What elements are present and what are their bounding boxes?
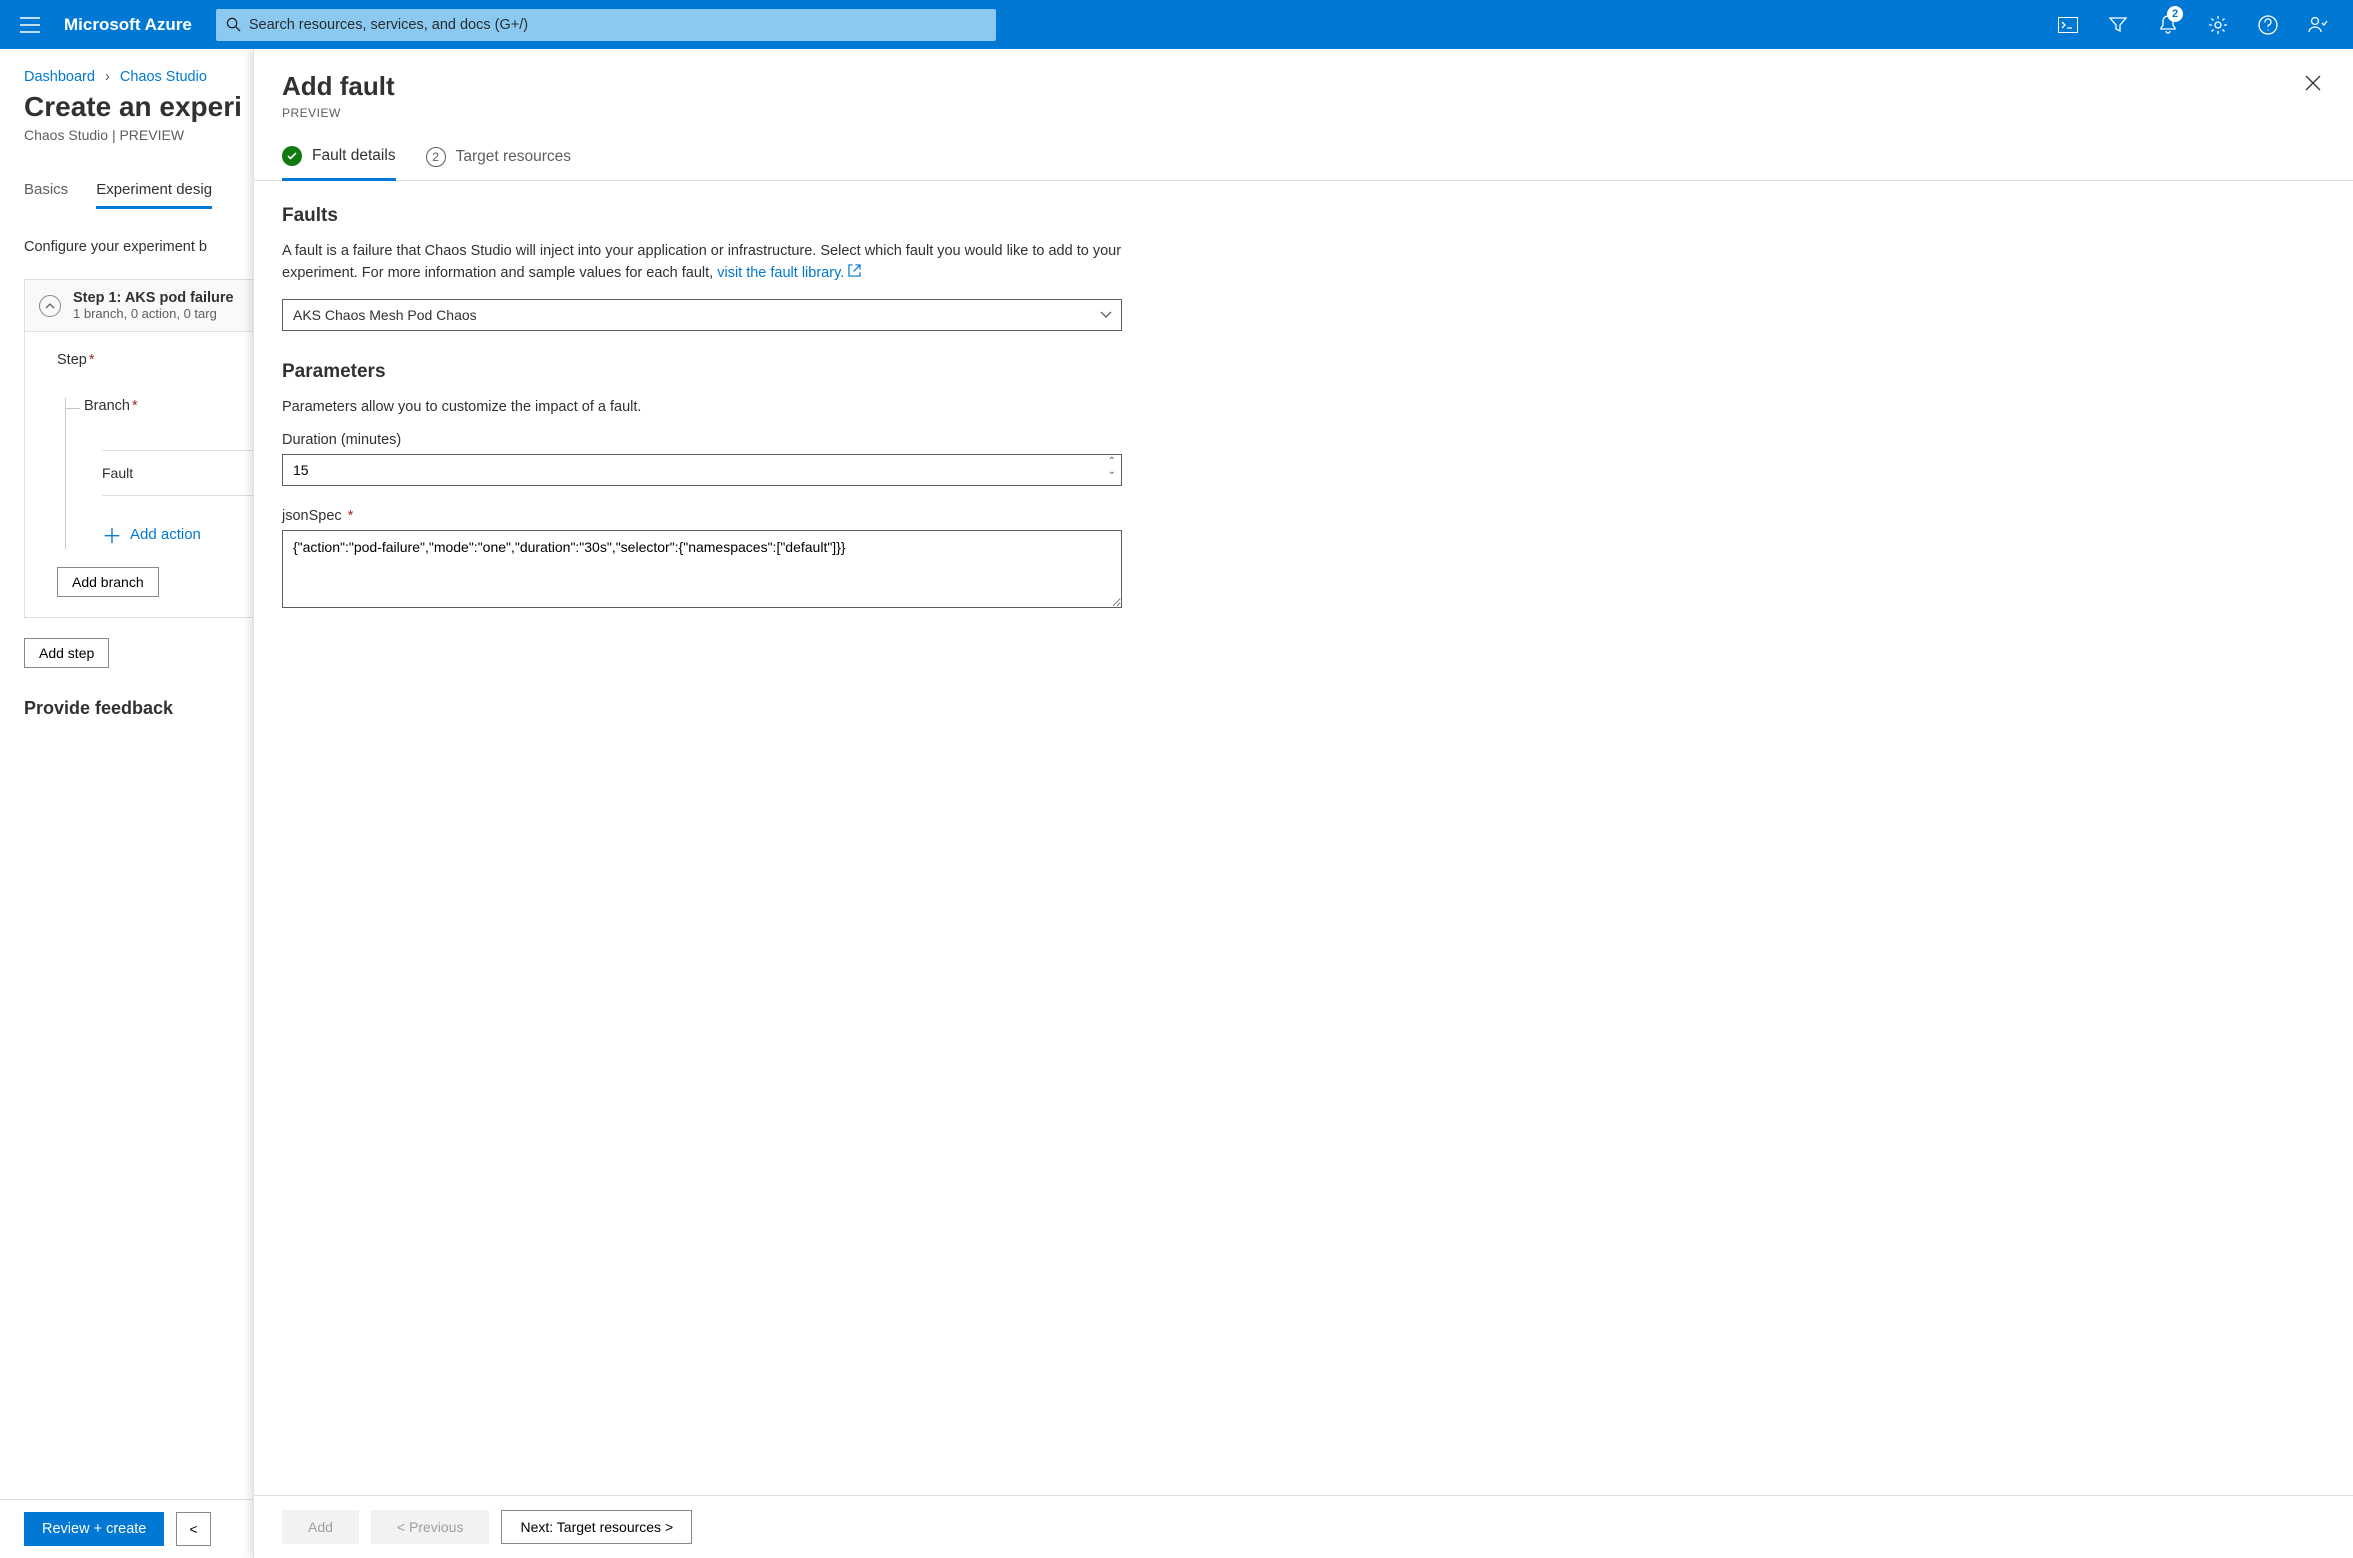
topbar-icon-group: 2 [2043, 0, 2343, 49]
add-button: Add [282, 1510, 359, 1544]
add-step-button[interactable]: Add step [24, 638, 109, 668]
step-2-badge: 2 [426, 147, 446, 167]
tab-experiment-designer[interactable]: Experiment desig [96, 173, 212, 209]
add-branch-button[interactable]: Add branch [57, 567, 159, 597]
faults-heading: Faults [282, 205, 2325, 227]
tab-fault-details-label: Fault details [312, 147, 396, 165]
spinner-down-icon[interactable]: ⌄ [1108, 467, 1116, 477]
parameters-description: Parameters allow you to customize the im… [282, 397, 1132, 419]
previous-button-bg[interactable]: < [176, 1512, 210, 1546]
fault-library-link[interactable]: visit the fault library. [717, 265, 861, 281]
check-icon [282, 146, 302, 166]
feedback-icon[interactable] [2293, 0, 2343, 49]
duration-label: Duration (minutes) [282, 432, 2325, 448]
previous-button: < Previous [371, 1510, 490, 1544]
jsonspec-textarea[interactable] [282, 530, 1122, 608]
duration-input[interactable] [282, 454, 1122, 486]
search-input[interactable] [249, 17, 986, 33]
add-action-label: Add action [130, 526, 201, 543]
chevron-right-icon: › [105, 69, 110, 85]
help-icon[interactable] [2243, 0, 2293, 49]
brand-label[interactable]: Microsoft Azure [60, 15, 206, 35]
search-icon [226, 17, 241, 32]
blade-footer: Add < Previous Next: Target resources > [254, 1495, 2353, 1558]
fault-select[interactable]: AKS Chaos Mesh Pod Chaos [282, 299, 1122, 331]
parameters-heading: Parameters [282, 361, 2325, 383]
step-title: Step 1: AKS pod failure [73, 290, 234, 306]
fault-select-value: AKS Chaos Mesh Pod Chaos [282, 299, 1122, 331]
close-icon[interactable] [2301, 71, 2325, 95]
tab-target-resources-label: Target resources [456, 148, 571, 166]
tab-basics[interactable]: Basics [24, 173, 68, 209]
blade-tabs: Fault details 2 Target resources [254, 120, 2353, 181]
notifications-icon[interactable]: 2 [2143, 0, 2193, 49]
settings-icon[interactable] [2193, 0, 2243, 49]
tab-target-resources[interactable]: 2 Target resources [426, 146, 571, 180]
breadcrumb-chaos-studio[interactable]: Chaos Studio [120, 69, 207, 85]
blade-title: Add fault [282, 71, 395, 102]
breadcrumb-dashboard[interactable]: Dashboard [24, 69, 95, 85]
plus-icon: ＋ [102, 520, 122, 549]
directory-filter-icon[interactable] [2093, 0, 2143, 49]
jsonspec-label: jsonSpec * [282, 508, 2325, 524]
spinner-buttons[interactable]: ⌃ ⌄ [1108, 457, 1116, 477]
step-subtitle: 1 branch, 0 action, 0 targ [73, 306, 234, 321]
global-search[interactable] [216, 9, 996, 41]
top-bar: Microsoft Azure 2 [0, 0, 2353, 49]
blade-subtitle: PREVIEW [282, 106, 395, 120]
faults-description: A fault is a failure that Chaos Studio w… [282, 241, 1132, 285]
external-link-icon [848, 264, 861, 277]
review-create-button[interactable]: Review + create [24, 1512, 164, 1546]
next-button[interactable]: Next: Target resources > [501, 1510, 692, 1544]
notification-badge: 2 [2167, 6, 2183, 22]
hamburger-menu[interactable] [10, 5, 50, 45]
tab-fault-details[interactable]: Fault details [282, 146, 396, 181]
chevron-up-icon[interactable] [39, 295, 61, 317]
add-fault-blade: Add fault PREVIEW Fault details 2 Target… [253, 49, 2353, 1558]
cloud-shell-icon[interactable] [2043, 0, 2093, 49]
